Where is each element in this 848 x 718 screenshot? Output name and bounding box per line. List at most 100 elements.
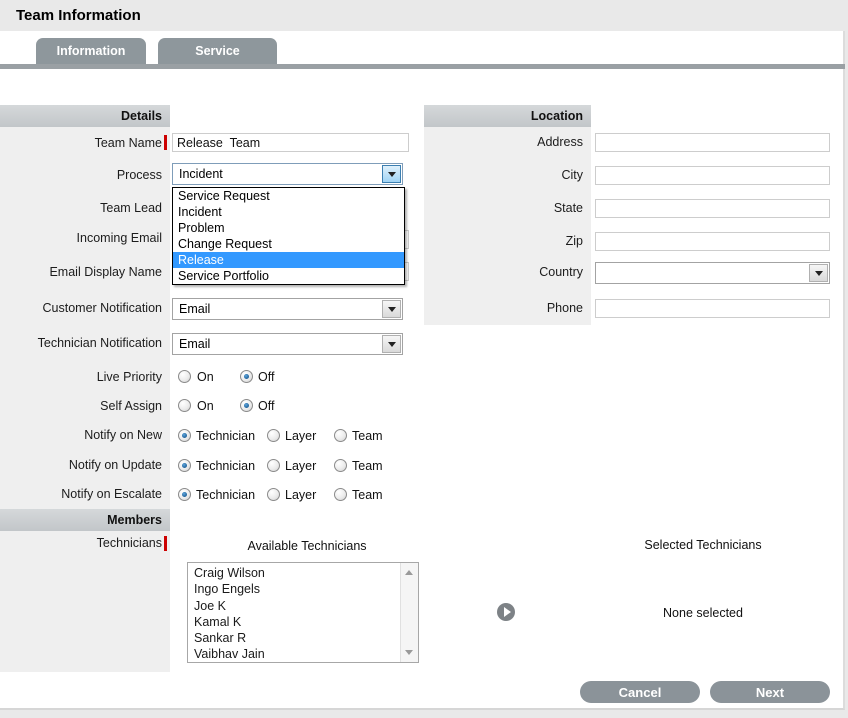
process-option-change-request[interactable]: Change Request bbox=[173, 236, 404, 252]
tab-strip-bar bbox=[0, 64, 845, 69]
technician-list-item[interactable]: Craig Wilson bbox=[188, 565, 401, 581]
notify-on-escalate-layer-label: Layer bbox=[285, 488, 316, 503]
address-label: Address bbox=[424, 135, 583, 150]
scroll-down-button[interactable] bbox=[401, 645, 417, 660]
tab-service[interactable]: Service bbox=[158, 38, 277, 64]
process-option-service-portfolio[interactable]: Service Portfolio bbox=[173, 268, 404, 284]
process-select-arrow-button[interactable] bbox=[382, 165, 401, 183]
notify-on-escalate-technician-radio[interactable] bbox=[178, 488, 191, 501]
city-label: City bbox=[424, 168, 583, 183]
chevron-down-icon bbox=[388, 307, 396, 312]
arrow-up-icon bbox=[405, 570, 413, 575]
notify-on-escalate-radio-group: Technician Layer Team bbox=[0, 488, 420, 503]
country-select-arrow-button[interactable] bbox=[809, 264, 828, 282]
process-select[interactable]: Incident bbox=[172, 163, 403, 185]
chevron-down-icon bbox=[388, 172, 396, 177]
technician-notification-select[interactable]: Email bbox=[172, 333, 403, 355]
technicians-label: Technicians bbox=[0, 536, 162, 551]
customer-notification-label: Customer Notification bbox=[0, 301, 162, 316]
notify-on-update-team-radio[interactable] bbox=[334, 459, 347, 472]
process-label: Process bbox=[0, 168, 162, 183]
notify-on-update-layer-label: Layer bbox=[285, 459, 316, 474]
available-technicians-items: Craig Wilson Ingo Engels Joe K Kamal K S… bbox=[188, 565, 401, 663]
live-priority-radio-group: On Off bbox=[0, 370, 420, 385]
team-name-required-marker bbox=[164, 135, 167, 150]
self-assign-off-radio[interactable] bbox=[240, 399, 253, 412]
process-dropdown-list: Service Request Incident Problem Change … bbox=[172, 187, 405, 285]
process-select-value: Incident bbox=[179, 164, 223, 185]
notify-on-update-technician-radio[interactable] bbox=[178, 459, 191, 472]
notify-on-update-layer-radio[interactable] bbox=[267, 459, 280, 472]
next-button[interactable]: Next bbox=[710, 681, 830, 703]
notify-on-new-radio-group: Technician Layer Team bbox=[0, 429, 420, 444]
live-priority-off-radio[interactable] bbox=[240, 370, 253, 383]
notify-on-update-technician-label: Technician bbox=[196, 459, 255, 474]
details-section-header: Details bbox=[0, 105, 170, 127]
phone-label: Phone bbox=[424, 301, 583, 316]
incoming-email-label: Incoming Email bbox=[0, 231, 162, 246]
location-section-header: Location bbox=[424, 105, 591, 127]
notify-on-new-technician-label: Technician bbox=[196, 429, 255, 444]
notify-on-update-team-label: Team bbox=[352, 459, 383, 474]
state-label: State bbox=[424, 201, 583, 216]
team-information-page: Team Information Information Service Det… bbox=[0, 0, 848, 718]
process-option-release-highlighted[interactable]: Release bbox=[173, 252, 404, 268]
technician-list-item[interactable]: Vaibhav Jain bbox=[188, 646, 401, 662]
notify-on-escalate-layer-radio[interactable] bbox=[267, 488, 280, 501]
technician-notification-value: Email bbox=[179, 334, 210, 355]
available-technicians-listbox[interactable]: Craig Wilson Ingo Engels Joe K Kamal K S… bbox=[187, 562, 419, 663]
tab-information[interactable]: Information bbox=[36, 38, 146, 64]
notify-on-escalate-team-radio[interactable] bbox=[334, 488, 347, 501]
city-input[interactable] bbox=[595, 166, 830, 185]
chevron-down-icon bbox=[815, 271, 823, 276]
available-technicians-title: Available Technicians bbox=[187, 539, 427, 553]
technician-list-item[interactable]: Joe K bbox=[188, 598, 401, 614]
process-option-service-request[interactable]: Service Request bbox=[173, 188, 404, 204]
move-to-selected-button[interactable] bbox=[497, 603, 515, 621]
details-label-column bbox=[0, 105, 170, 672]
customer-notification-value: Email bbox=[179, 299, 210, 320]
team-lead-label: Team Lead bbox=[0, 201, 162, 216]
notify-on-escalate-team-label: Team bbox=[352, 488, 383, 503]
members-section-header: Members bbox=[0, 509, 170, 531]
cancel-button[interactable]: Cancel bbox=[580, 681, 700, 703]
page-title: Team Information bbox=[16, 7, 141, 24]
technician-notification-label: Technician Notification bbox=[0, 336, 162, 351]
self-assign-off-label: Off bbox=[258, 399, 274, 414]
technician-notification-arrow-button[interactable] bbox=[382, 335, 401, 353]
selected-technicians-title: Selected Technicians bbox=[590, 538, 816, 552]
self-assign-on-label: On bbox=[197, 399, 214, 414]
listbox-scrollbar[interactable] bbox=[400, 563, 418, 662]
technicians-required-marker bbox=[164, 536, 167, 551]
notify-on-new-layer-radio[interactable] bbox=[267, 429, 280, 442]
notify-on-new-team-label: Team bbox=[352, 429, 383, 444]
team-name-input[interactable] bbox=[172, 133, 409, 152]
phone-input[interactable] bbox=[595, 299, 830, 318]
self-assign-radio-group: On Off bbox=[0, 399, 420, 414]
country-select[interactable] bbox=[595, 262, 830, 284]
email-display-name-label: Email Display Name bbox=[0, 265, 162, 280]
technician-list-item[interactable]: Ingo Engels bbox=[188, 581, 401, 597]
notify-on-new-team-radio[interactable] bbox=[334, 429, 347, 442]
customer-notification-arrow-button[interactable] bbox=[382, 300, 401, 318]
process-option-problem[interactable]: Problem bbox=[173, 220, 404, 236]
live-priority-on-label: On bbox=[197, 370, 214, 385]
notify-on-new-technician-radio[interactable] bbox=[178, 429, 191, 442]
technician-list-item[interactable]: Sankar R bbox=[188, 630, 401, 646]
selected-technicians-empty-text: None selected bbox=[590, 606, 816, 620]
address-input[interactable] bbox=[595, 133, 830, 152]
live-priority-off-label: Off bbox=[258, 370, 274, 385]
scroll-up-button[interactable] bbox=[401, 565, 417, 580]
live-priority-on-radio[interactable] bbox=[178, 370, 191, 383]
notify-on-escalate-technician-label: Technician bbox=[196, 488, 255, 503]
process-option-incident[interactable]: Incident bbox=[173, 204, 404, 220]
team-name-label: Team Name bbox=[0, 136, 162, 151]
self-assign-on-radio[interactable] bbox=[178, 399, 191, 412]
zip-input[interactable] bbox=[595, 232, 830, 251]
country-label: Country bbox=[424, 265, 583, 280]
customer-notification-select[interactable]: Email bbox=[172, 298, 403, 320]
state-input[interactable] bbox=[595, 199, 830, 218]
chevron-down-icon bbox=[388, 342, 396, 347]
notify-on-new-layer-label: Layer bbox=[285, 429, 316, 444]
technician-list-item[interactable]: Kamal K bbox=[188, 614, 401, 630]
